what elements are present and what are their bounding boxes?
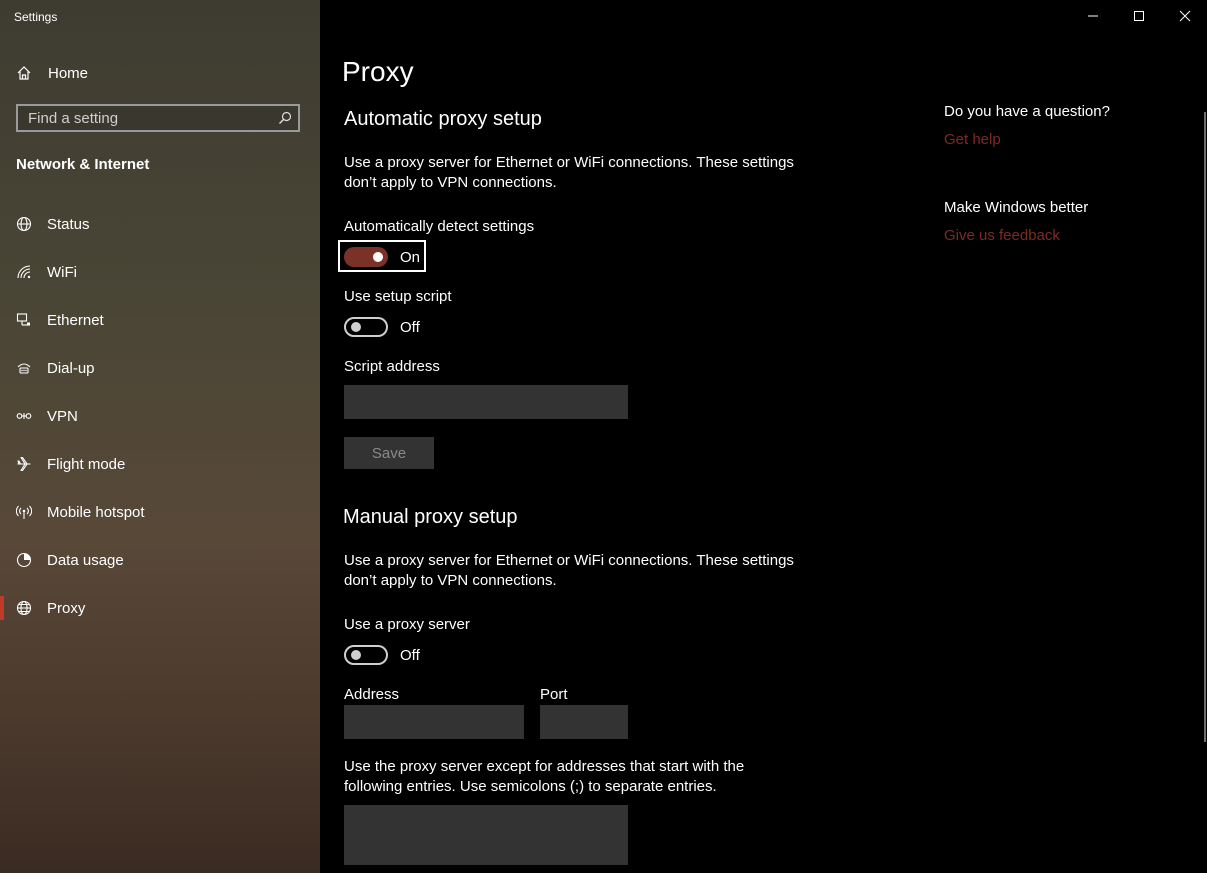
auto-proxy-heading: Automatic proxy setup xyxy=(344,108,542,130)
sidebar-item-label: WiFi xyxy=(47,263,77,281)
window-title: Settings xyxy=(14,10,58,24)
globe-icon xyxy=(16,600,32,616)
manual-proxy-description: Use a proxy server for Ethernet or WiFi … xyxy=(344,552,794,589)
home-label: Home xyxy=(48,64,89,82)
toggle-switch[interactable] xyxy=(344,317,388,337)
address-label: Address xyxy=(344,686,400,703)
help-question: Do you have a question? xyxy=(944,103,1110,120)
toggle-state-text: Off xyxy=(400,646,420,664)
script-address-input[interactable] xyxy=(344,385,628,419)
manual-proxy-heading: Manual proxy setup xyxy=(343,506,518,528)
sidebar: Settings Home Network & Internet Status xyxy=(0,0,320,873)
sidebar-item-label: Proxy xyxy=(47,599,86,617)
minimize-button[interactable] xyxy=(1070,0,1116,32)
home-nav[interactable]: Home xyxy=(16,62,88,84)
port-label: Port xyxy=(540,686,568,703)
dialup-icon xyxy=(17,363,31,374)
sidebar-item-vpn[interactable]: VPN xyxy=(0,392,320,440)
maximize-icon xyxy=(1134,11,1144,21)
sidebar-item-data-usage[interactable]: Data usage xyxy=(0,536,320,584)
setup-script-label: Use setup script xyxy=(344,288,452,305)
auto-proxy-description: Use a proxy server for Ethernet or WiFi … xyxy=(344,154,794,191)
toggle-state-text: Off xyxy=(400,318,420,336)
home-icon xyxy=(17,66,31,80)
setup-script-toggle[interactable]: Off xyxy=(344,317,420,337)
sidebar-item-label: Ethernet xyxy=(47,311,104,329)
use-proxy-toggle[interactable]: Off xyxy=(344,645,420,665)
scrollbar[interactable] xyxy=(1204,112,1206,742)
close-icon xyxy=(1179,10,1191,22)
ethernet-icon xyxy=(16,313,30,326)
globe-status-icon xyxy=(16,216,32,232)
sidebar-item-ethernet[interactable]: Ethernet xyxy=(0,296,320,344)
exceptions-input[interactable] xyxy=(344,805,628,865)
hotspot-icon xyxy=(16,505,32,519)
toggle-knob xyxy=(351,650,361,660)
toggle-knob xyxy=(373,252,383,262)
search-icon[interactable] xyxy=(272,111,298,125)
auto-detect-label: Automatically detect settings xyxy=(344,218,535,235)
sidebar-item-dialup[interactable]: Dial-up xyxy=(0,344,320,392)
main-content: Proxy Automatic proxy setup Use a proxy … xyxy=(320,0,1207,873)
address-input[interactable] xyxy=(344,705,524,739)
close-button[interactable] xyxy=(1162,0,1207,32)
get-help-link[interactable]: Get help xyxy=(944,131,1001,148)
toggle-switch[interactable] xyxy=(344,247,388,267)
sidebar-item-mobile-hotspot[interactable]: Mobile hotspot xyxy=(0,488,320,536)
sidebar-item-status[interactable]: Status xyxy=(0,200,320,248)
selected-indicator xyxy=(0,596,4,620)
make-windows-better: Make Windows better xyxy=(944,199,1089,216)
nav-list: Status WiFi Ethernet Dial-up VPN Flight … xyxy=(0,200,320,632)
search-input[interactable] xyxy=(18,108,272,128)
sidebar-item-label: Status xyxy=(47,215,90,233)
minimize-icon xyxy=(1088,15,1098,17)
section-title: Network & Internet xyxy=(16,156,150,173)
use-proxy-label: Use a proxy server xyxy=(344,616,470,633)
script-address-label: Script address xyxy=(344,358,440,375)
sidebar-item-wifi[interactable]: WiFi xyxy=(0,248,320,296)
auto-detect-toggle[interactable]: On xyxy=(344,247,420,267)
data-usage-icon xyxy=(16,552,32,568)
sidebar-item-label: VPN xyxy=(47,407,78,425)
toggle-switch[interactable] xyxy=(344,645,388,665)
sidebar-item-label: Mobile hotspot xyxy=(47,503,145,521)
page-title: Proxy xyxy=(342,56,414,87)
sidebar-item-label: Dial-up xyxy=(47,359,95,377)
airplane-icon xyxy=(17,456,31,472)
sidebar-item-label: Data usage xyxy=(47,551,124,569)
search-box[interactable] xyxy=(16,104,300,132)
sidebar-item-proxy[interactable]: Proxy xyxy=(0,584,320,632)
save-button[interactable]: Save xyxy=(344,437,434,469)
toggle-state-text: On xyxy=(400,248,421,266)
exceptions-description: Use the proxy server except for addresse… xyxy=(344,758,745,795)
maximize-button[interactable] xyxy=(1116,0,1162,32)
give-feedback-link[interactable]: Give us feedback xyxy=(944,227,1060,244)
vpn-icon xyxy=(16,413,32,419)
sidebar-item-label: Flight mode xyxy=(47,455,126,473)
port-input[interactable] xyxy=(540,705,628,739)
toggle-knob xyxy=(351,322,361,332)
wifi-icon xyxy=(17,265,31,279)
sidebar-item-flight-mode[interactable]: Flight mode xyxy=(0,440,320,488)
